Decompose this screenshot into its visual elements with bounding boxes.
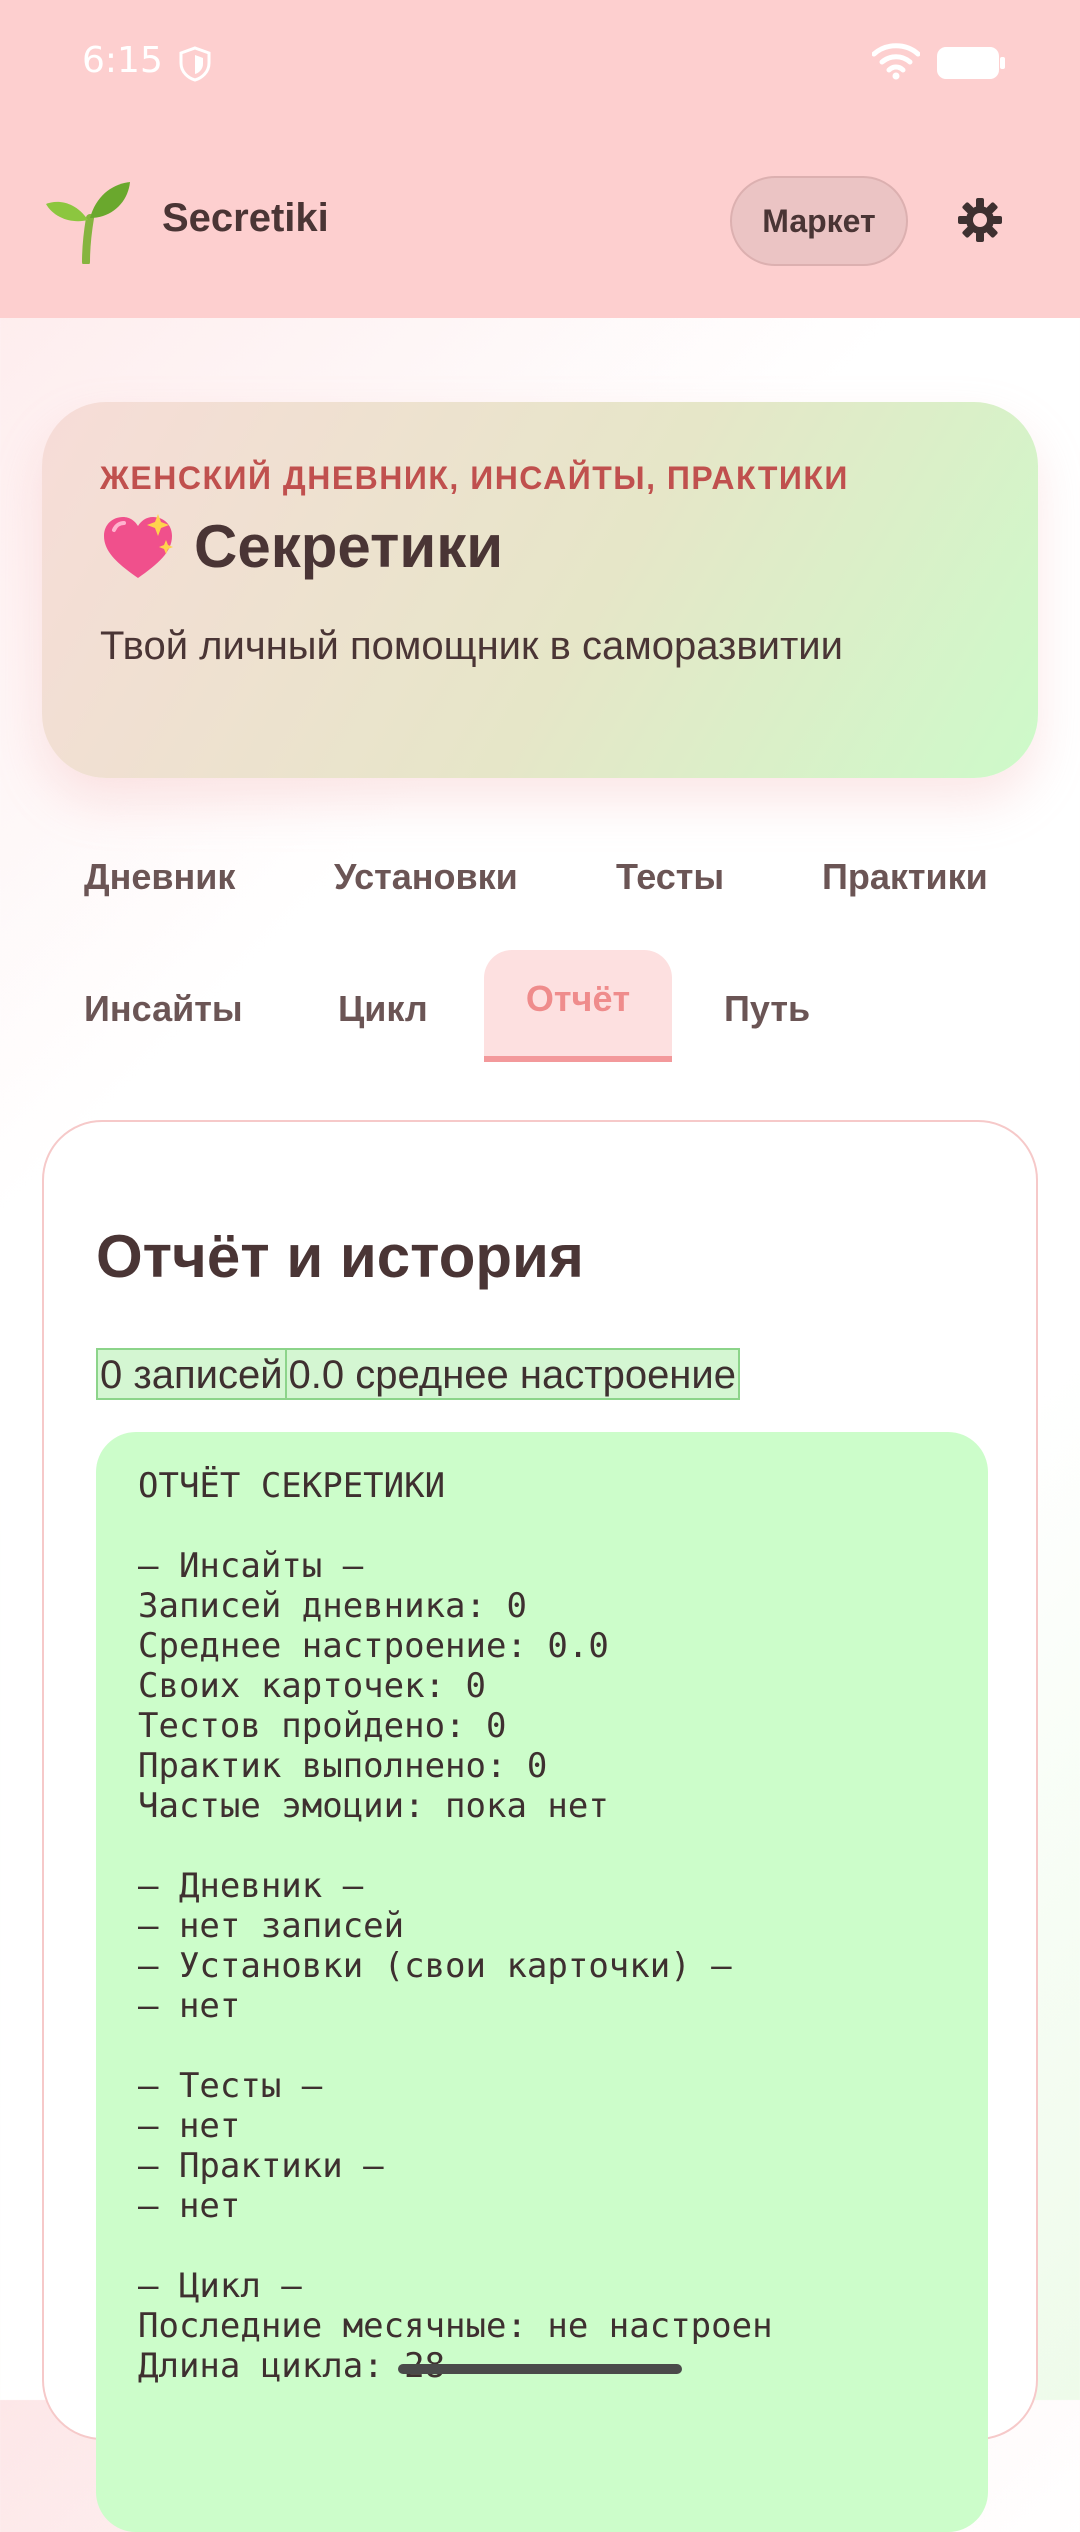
average-mood-stat: 0.0 среднее настроение <box>286 1348 740 1400</box>
report-line: — нет записей <box>138 1906 405 1946</box>
report-line: — нет <box>138 2106 241 2146</box>
tab-path[interactable]: Путь <box>724 988 810 1030</box>
report-line: Тестов пройдено: 0 <box>138 1706 507 1746</box>
report-line: — Цикл — <box>138 2266 302 2306</box>
report-line: — нет <box>138 2186 241 2226</box>
report-line: Частые эмоции: пока нет <box>138 1786 609 1826</box>
report-title: Отчёт и история <box>96 1223 584 1290</box>
report-line: — Дневник — <box>138 1866 364 1906</box>
shield-icon <box>178 46 212 87</box>
tab-report[interactable]: Отчёт <box>484 950 672 1062</box>
report-line: — Практики — <box>138 2146 384 2186</box>
tab-diary[interactable]: Дневник <box>84 856 235 898</box>
sprout-logo-icon <box>44 178 132 269</box>
stats-row: 0 записей 0.0 среднее настроение <box>96 1348 740 1400</box>
status-bar: 6:15 <box>0 0 1080 120</box>
entries-count-stat: 0 записей <box>96 1348 287 1400</box>
gesture-navigation-handle[interactable] <box>398 2364 682 2374</box>
hero-title: Секретики <box>194 513 504 580</box>
status-time: 6:15 <box>82 40 163 81</box>
report-line: — Установки (свои карточки) — <box>138 1946 732 1986</box>
hero-kicker: ЖЕНСКИЙ ДНЕВНИК, ИНСАЙТЫ, ПРАКТИКИ <box>100 460 849 496</box>
battery-icon <box>936 46 1006 85</box>
wifi-icon <box>871 42 921 85</box>
report-line: Среднее настроение: 0.0 <box>138 1626 609 1666</box>
report-card: Отчёт и история 0 записей 0.0 среднее на… <box>42 1120 1038 2532</box>
tab-cycle[interactable]: Цикл <box>338 988 428 1030</box>
report-line: — Инсайты — <box>138 1546 364 1586</box>
hero-card: ЖЕНСКИЙ ДНЕВНИК, ИНСАЙТЫ, ПРАКТИКИ Секре… <box>42 402 1038 778</box>
report-text: ОТЧЁТ СЕКРЕТИКИ — Инсайты — Записей днев… <box>138 1466 773 2386</box>
tab-practices[interactable]: Практики <box>822 856 988 898</box>
app-bar: Secretiki Маркет <box>0 120 1080 318</box>
tab-affirmations[interactable]: Установки <box>334 856 518 898</box>
report-line: Записей дневника: 0 <box>138 1586 527 1626</box>
report-line: — нет <box>138 1986 241 2026</box>
report-line: Своих карточек: 0 <box>138 1666 486 1706</box>
app-name: Secretiki <box>162 196 329 240</box>
report-line: — Тесты — <box>138 2066 323 2106</box>
report-line: Практик выполнено: 0 <box>138 1746 548 1786</box>
gear-icon[interactable] <box>956 196 1004 249</box>
sparkling-heart-icon <box>100 512 176 589</box>
tab-tests[interactable]: Тесты <box>616 856 724 898</box>
hero-subtitle: Твой личный помощник в саморазвитии <box>100 624 843 668</box>
report-line: ОТЧЁТ СЕКРЕТИКИ <box>138 1466 446 1506</box>
market-button[interactable]: Маркет <box>730 176 908 266</box>
report-line: Последние месячные: не настроен <box>138 2306 773 2346</box>
tab-insights[interactable]: Инсайты <box>84 988 243 1030</box>
